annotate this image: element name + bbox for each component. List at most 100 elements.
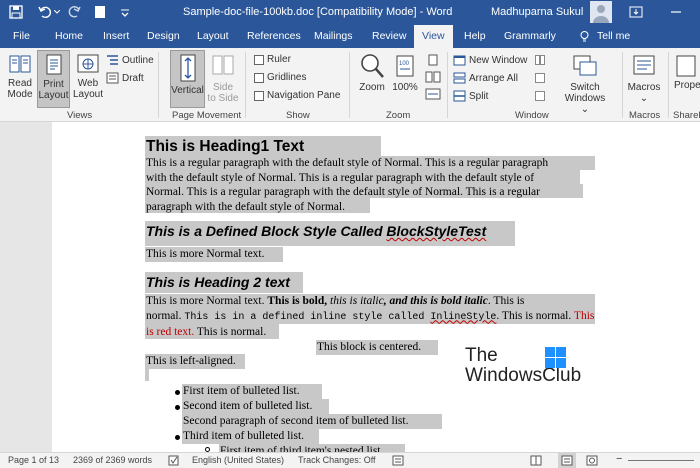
lightbulb-icon bbox=[580, 31, 589, 42]
draft-label: Draft bbox=[122, 72, 144, 84]
separator bbox=[245, 52, 246, 118]
zoom-button[interactable]: Zoom bbox=[356, 52, 388, 93]
ruler-check-box[interactable] bbox=[254, 54, 264, 65]
read-mode-button[interactable]: Read Mode bbox=[4, 52, 36, 100]
inline-style-text: This is in a defined inline style called bbox=[184, 311, 431, 323]
save-icon[interactable] bbox=[8, 4, 24, 20]
multiple-pages-icon[interactable] bbox=[425, 71, 441, 83]
tab-layout[interactable]: Layout bbox=[197, 30, 229, 42]
new-window-label: New Window bbox=[469, 54, 528, 66]
normal-text: . This is bbox=[487, 295, 525, 307]
paragraph-line: normal. This is in a defined inline styl… bbox=[146, 309, 594, 326]
gridlines-checkbox[interactable]: Gridlines bbox=[254, 72, 306, 83]
heading2: This is Heading 2 text bbox=[145, 272, 303, 293]
list-item: Third item of bulleted list. bbox=[182, 429, 319, 444]
user-avatar-icon bbox=[593, 5, 609, 23]
web-layout-view-icon[interactable] bbox=[586, 455, 598, 466]
switch-windows-button[interactable]: Switch Windows ⌄ bbox=[563, 52, 607, 115]
synchronous-scrolling-icon[interactable] bbox=[535, 73, 545, 83]
ruler-checkbox[interactable]: Ruler bbox=[254, 54, 291, 65]
zoom-100-icon: 100 bbox=[396, 55, 414, 77]
new-window-icon bbox=[453, 55, 466, 66]
web-layout-icon bbox=[77, 54, 99, 73]
tell-me-search[interactable]: Tell me bbox=[597, 30, 630, 42]
navigation-pane-check-box[interactable] bbox=[254, 90, 264, 101]
one-page-icon[interactable] bbox=[425, 54, 441, 66]
side-to-side-label-2: to Side bbox=[207, 93, 239, 104]
new-window-button[interactable]: New Window bbox=[453, 54, 527, 66]
tab-insert[interactable]: Insert bbox=[103, 30, 129, 42]
zoom-100-button[interactable]: 100 100% bbox=[392, 52, 418, 93]
zoom-group-label: Zoom bbox=[386, 110, 411, 121]
draft-button[interactable]: Draft bbox=[106, 72, 144, 84]
normal-text: normal. bbox=[146, 309, 185, 322]
split-button[interactable]: Split bbox=[453, 90, 488, 102]
page-count[interactable]: Page 1 of 13 bbox=[8, 455, 59, 465]
web-layout-button[interactable]: Web Layout bbox=[72, 52, 104, 100]
reset-window-position-icon[interactable] bbox=[535, 91, 545, 101]
outline-button[interactable]: Outline bbox=[106, 54, 154, 66]
web-layout-label-1: Web bbox=[77, 78, 99, 89]
avatar[interactable] bbox=[590, 1, 612, 23]
tab-grammarly[interactable]: Grammarly bbox=[504, 30, 556, 42]
redo-icon[interactable] bbox=[66, 4, 82, 20]
view-side-by-side-icon[interactable] bbox=[535, 55, 545, 65]
track-changes-status[interactable]: Track Changes: Off bbox=[298, 455, 376, 465]
tab-home[interactable]: Home bbox=[55, 30, 83, 42]
zoom-100-label: 100% bbox=[392, 82, 418, 93]
tab-design[interactable]: Design bbox=[147, 30, 180, 42]
tab-mailings[interactable]: Mailings bbox=[314, 30, 353, 42]
chevron-down-icon: ⌄ bbox=[639, 93, 649, 104]
user-name[interactable]: Madhuparna Sukul bbox=[491, 6, 583, 18]
macros-button[interactable]: Macros ⌄ bbox=[627, 52, 661, 104]
paragraph-line: is red text. This is normal. bbox=[146, 325, 594, 340]
proofing-icon[interactable] bbox=[168, 455, 180, 466]
red-text: This bbox=[573, 309, 595, 322]
zoom-slider[interactable] bbox=[628, 460, 694, 461]
block-heading-word: BlockStyleTest bbox=[386, 223, 487, 239]
gridlines-label: Gridlines bbox=[267, 72, 307, 83]
undo-icon[interactable] bbox=[37, 4, 53, 20]
tab-help[interactable]: Help bbox=[464, 30, 486, 42]
new-document-icon[interactable] bbox=[92, 4, 108, 20]
undo-dropdown-icon[interactable] bbox=[54, 10, 60, 14]
red-text: is red text. bbox=[146, 326, 195, 338]
tab-review[interactable]: Review bbox=[372, 30, 406, 42]
normal-text: This is normal. bbox=[194, 326, 267, 338]
properties-label: Prope bbox=[674, 80, 700, 91]
draft-icon bbox=[106, 72, 119, 84]
side-to-side-label-1: Side bbox=[212, 82, 233, 93]
side-to-side-button[interactable]: Side to Side bbox=[207, 52, 239, 104]
language[interactable]: English (United States) bbox=[192, 455, 284, 465]
read-mode-view-icon[interactable] bbox=[530, 455, 542, 466]
title-bar: Sample-doc-file-100kb.doc [Compatibility… bbox=[0, 0, 700, 25]
bullet-icon bbox=[175, 405, 180, 410]
accessibility-icon[interactable] bbox=[392, 455, 404, 466]
customize-toolbar-icon[interactable] bbox=[117, 4, 133, 20]
vertical-button[interactable]: Vertical bbox=[170, 50, 205, 108]
properties-button[interactable]: Prope bbox=[674, 52, 700, 91]
tab-view[interactable]: View bbox=[414, 25, 453, 48]
paragraph: This is a regular paragraph with the def… bbox=[146, 156, 548, 214]
minimize-icon[interactable] bbox=[668, 4, 684, 20]
paragraph-line: Normal. This is a regular paragraph with… bbox=[146, 186, 540, 198]
gridlines-check-box[interactable] bbox=[254, 72, 264, 83]
word-count[interactable]: 2369 of 2369 words bbox=[73, 455, 152, 465]
page-width-icon[interactable] bbox=[425, 88, 441, 100]
print-layout-button[interactable]: Print Layout bbox=[37, 50, 70, 108]
print-layout-label-1: Print bbox=[43, 79, 64, 90]
arrange-all-button[interactable]: Arrange All bbox=[453, 72, 518, 84]
nested-list-item: First item of third item's nested list. bbox=[219, 444, 405, 452]
page-movement-group-label: Page Movement bbox=[172, 110, 242, 121]
zoom-out-icon[interactable]: − bbox=[616, 453, 622, 465]
ruler-label: Ruler bbox=[267, 54, 291, 65]
navigation-pane-checkbox[interactable]: Navigation Pane bbox=[254, 90, 340, 101]
tab-references[interactable]: References bbox=[247, 30, 301, 42]
tab-file[interactable]: File bbox=[13, 30, 30, 42]
mixed-style-paragraph: This is more Normal text. This is bold, … bbox=[146, 294, 594, 340]
document-page[interactable]: This is Heading1 Text This is a regular … bbox=[52, 122, 700, 452]
ribbon-display-options-icon[interactable] bbox=[628, 4, 644, 20]
normal-text: This is more Normal text. bbox=[146, 295, 268, 307]
window-title: Sample-doc-file-100kb.doc [Compatibility… bbox=[183, 6, 453, 18]
print-layout-view-button[interactable] bbox=[558, 453, 576, 468]
